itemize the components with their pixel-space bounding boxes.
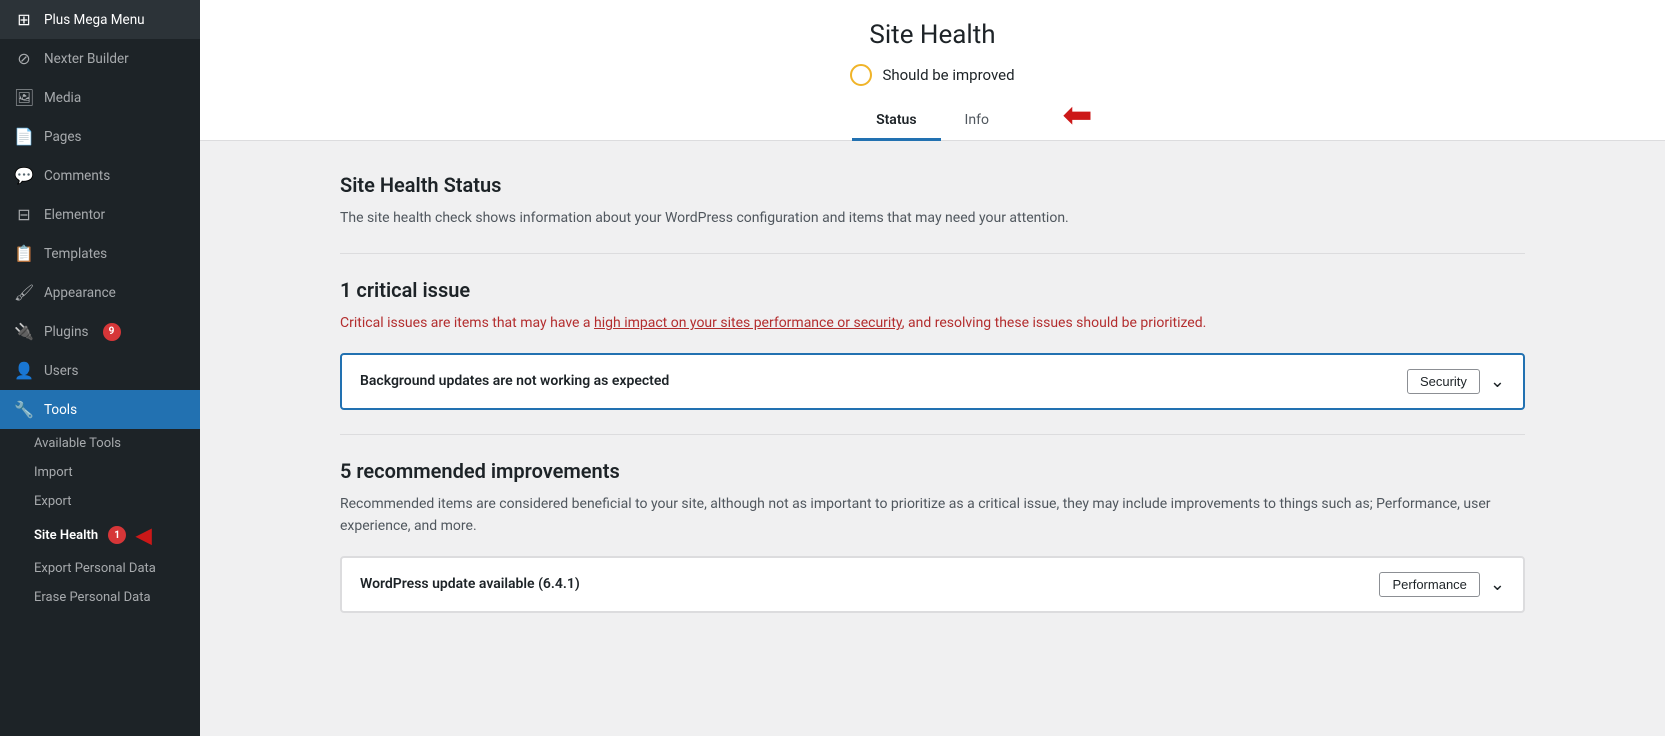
- critical-issue-right: Security ⌄: [1407, 369, 1505, 394]
- nexter-builder-icon: ⊘: [14, 49, 34, 68]
- sidebar-item-plus-mega-menu[interactable]: ⊞ Plus Mega Menu: [0, 0, 200, 39]
- sidebar-item-label: Users: [44, 363, 78, 379]
- status-section: Site Health Status The site health check…: [340, 173, 1525, 229]
- recommended-issue-title: WordPress update available (6.4.1): [360, 576, 580, 592]
- sidebar-item-elementor[interactable]: ⊟ Elementor: [0, 195, 200, 234]
- users-icon: 👤: [14, 361, 34, 380]
- status-row: Should be improved: [240, 64, 1625, 86]
- sidebar-item-tools[interactable]: 🔧 Tools: [0, 390, 200, 429]
- sidebar-item-media[interactable]: 🖼 Media: [0, 78, 200, 117]
- sidebar-item-label: Appearance: [44, 285, 116, 301]
- site-health-badge: 1: [108, 526, 126, 544]
- sidebar-item-pages[interactable]: 📄 Pages: [0, 117, 200, 156]
- tabs-row: Status Info ⬅: [240, 102, 1625, 140]
- sidebar-item-site-health[interactable]: Site Health 1 ◀: [0, 516, 200, 554]
- elementor-icon: ⊟: [14, 205, 34, 224]
- critical-issue-chevron[interactable]: ⌄: [1490, 371, 1505, 392]
- critical-link[interactable]: high impact on your sites performance or…: [594, 315, 902, 331]
- sidebar-item-label: Media: [44, 90, 81, 106]
- sidebar-item-appearance[interactable]: 🖌 Appearance: [0, 273, 200, 312]
- critical-issue-title: Background updates are not working as ex…: [360, 373, 669, 389]
- info-tab-arrow-icon: ⬅: [1062, 94, 1092, 136]
- critical-section: 1 critical issue Critical issues are ite…: [340, 278, 1525, 409]
- status-text: Should be improved: [882, 66, 1014, 84]
- sidebar-item-comments[interactable]: 💬 Comments: [0, 156, 200, 195]
- critical-issue-card: Background updates are not working as ex…: [340, 353, 1525, 410]
- content-area: Site Health Status The site health check…: [200, 141, 1665, 736]
- recommended-issue-chevron[interactable]: ⌄: [1490, 574, 1505, 595]
- sidebar-item-label: Templates: [44, 246, 107, 262]
- recommended-section-description: Recommended items are considered benefic…: [340, 493, 1525, 538]
- performance-tag-button[interactable]: Performance: [1379, 572, 1479, 597]
- tools-submenu: Available Tools Import Export Site Healt…: [0, 429, 200, 612]
- pages-icon: 📄: [14, 127, 34, 146]
- divider-1: [340, 253, 1525, 254]
- tools-icon: 🔧: [14, 400, 34, 419]
- sidebar-item-label: Elementor: [44, 207, 105, 223]
- sidebar-item-plugins[interactable]: 🔌 Plugins 9: [0, 312, 200, 351]
- templates-icon: 📋: [14, 244, 34, 263]
- divider-2: [340, 434, 1525, 435]
- recommended-section: 5 recommended improvements Recommended i…: [340, 459, 1525, 613]
- sidebar-item-export-personal-data[interactable]: Export Personal Data: [0, 554, 200, 583]
- sidebar-item-label: Nexter Builder: [44, 51, 129, 67]
- plugins-icon: 🔌: [14, 322, 34, 341]
- sidebar: ⊞ Plus Mega Menu ⊘ Nexter Builder 🖼 Medi…: [0, 0, 200, 736]
- status-section-title: Site Health Status: [340, 173, 1525, 197]
- media-icon: 🖼: [14, 88, 34, 107]
- sidebar-item-label: Plugins: [44, 324, 89, 340]
- tab-info[interactable]: Info: [941, 102, 1013, 141]
- plus-mega-menu-icon: ⊞: [14, 10, 34, 29]
- sidebar-item-label: Pages: [44, 129, 82, 145]
- page-header: Site Health Should be improved Status In…: [200, 0, 1665, 141]
- sidebar-item-label: Tools: [44, 402, 77, 418]
- sidebar-item-users[interactable]: 👤 Users: [0, 351, 200, 390]
- sidebar-item-nexter-builder[interactable]: ⊘ Nexter Builder: [0, 39, 200, 78]
- sidebar-item-templates[interactable]: 📋 Templates: [0, 234, 200, 273]
- recommended-issue-card: WordPress update available (6.4.1) Perfo…: [340, 556, 1525, 613]
- appearance-icon: 🖌: [14, 283, 34, 302]
- sidebar-item-import[interactable]: Import: [0, 458, 200, 487]
- status-circle-icon: [850, 64, 872, 86]
- tab-status[interactable]: Status: [852, 102, 940, 141]
- critical-section-title: 1 critical issue: [340, 278, 1525, 302]
- recommended-issue-right: Performance ⌄: [1379, 572, 1505, 597]
- sidebar-item-export[interactable]: Export: [0, 487, 200, 516]
- main-content: Site Health Should be improved Status In…: [200, 0, 1665, 736]
- comments-icon: 💬: [14, 166, 34, 185]
- plugins-badge: 9: [103, 323, 121, 341]
- page-title: Site Health: [240, 20, 1625, 50]
- recommended-section-title: 5 recommended improvements: [340, 459, 1525, 483]
- site-health-arrow-icon: ◀: [136, 523, 151, 547]
- sidebar-item-label: Comments: [44, 168, 110, 184]
- sidebar-item-label: Plus Mega Menu: [44, 12, 145, 28]
- sidebar-item-available-tools[interactable]: Available Tools: [0, 429, 200, 458]
- sidebar-item-erase-personal-data[interactable]: Erase Personal Data: [0, 583, 200, 612]
- security-tag-button[interactable]: Security: [1407, 369, 1480, 394]
- critical-section-description: Critical issues are items that may have …: [340, 312, 1525, 334]
- status-section-description: The site health check shows information …: [340, 207, 1525, 229]
